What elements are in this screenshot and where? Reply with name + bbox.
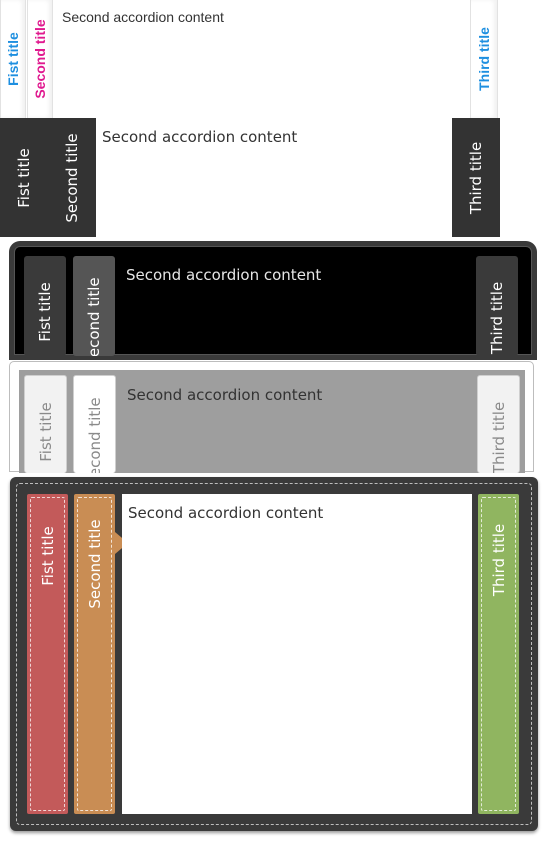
tab-third-title-label: Third title — [489, 523, 508, 597]
tab-first-title-label: Fist title — [36, 282, 54, 342]
tab-first-title[interactable]: Fist title — [27, 494, 68, 814]
tab-first-title-label: Fist title — [38, 526, 57, 586]
tab-first-title-label: Fist title — [36, 402, 55, 462]
accordion-content: Second accordion content — [62, 9, 224, 25]
accordion-content-panel: Second accordion content — [122, 494, 472, 814]
tab-third-title-label: Third title — [488, 281, 506, 355]
tab-second-title-label: Second title — [85, 277, 103, 356]
tab-second-title[interactable]: Second title — [48, 118, 96, 237]
tab-first-title-label: Fist title — [15, 147, 33, 208]
tab-second-title[interactable]: Second title — [27, 0, 53, 118]
tab-second-title-label: Second title — [85, 397, 104, 473]
tab-second-title-label: Second title — [85, 519, 104, 609]
tab-first-title-label: Fist title — [5, 32, 21, 86]
accordion-dark-square: Fist title Second title Second accordion… — [0, 118, 547, 237]
tab-third-title-label: Third title — [489, 401, 508, 473]
tab-second-title-label: Second title — [63, 132, 81, 223]
tab-third-title[interactable]: Third title — [452, 118, 500, 237]
tab-third-title[interactable]: Third title — [470, 0, 498, 118]
accordion-content: Second accordion content — [128, 504, 324, 522]
tab-first-title[interactable]: Fist title — [0, 118, 48, 237]
tab-second-title-label: Second title — [32, 19, 48, 99]
accordion-light: Fist title Second title Second accordion… — [0, 0, 547, 118]
tab-second-title[interactable]: Second title — [74, 494, 115, 814]
accordion-gray-frame: Fist title Second title Second accordion… — [9, 361, 534, 473]
tab-third-title[interactable]: Third title — [478, 494, 519, 814]
accordion-content: Second accordion content — [127, 386, 323, 404]
tab-third-title[interactable]: Third title — [477, 375, 520, 473]
accordion-content: Second accordion content — [102, 128, 298, 146]
tab-first-title[interactable]: Fist title — [0, 0, 26, 118]
tab-first-title[interactable]: Fist title — [24, 375, 67, 473]
tab-third-title-label: Third title — [467, 141, 485, 214]
tab-third-title[interactable]: Third title — [476, 256, 518, 356]
accordion-content: Second accordion content — [126, 266, 322, 284]
accordion-black-frame: Fist title Second title Second accordion… — [14, 246, 532, 356]
tab-third-title-label: Third title — [476, 27, 492, 91]
accordion-stitched: Fist title Second title Second accordion… — [10, 477, 538, 831]
tab-first-title[interactable]: Fist title — [24, 256, 66, 356]
tab-second-title[interactable]: Second title — [73, 256, 115, 356]
tab-second-title[interactable]: Second title — [73, 375, 116, 473]
